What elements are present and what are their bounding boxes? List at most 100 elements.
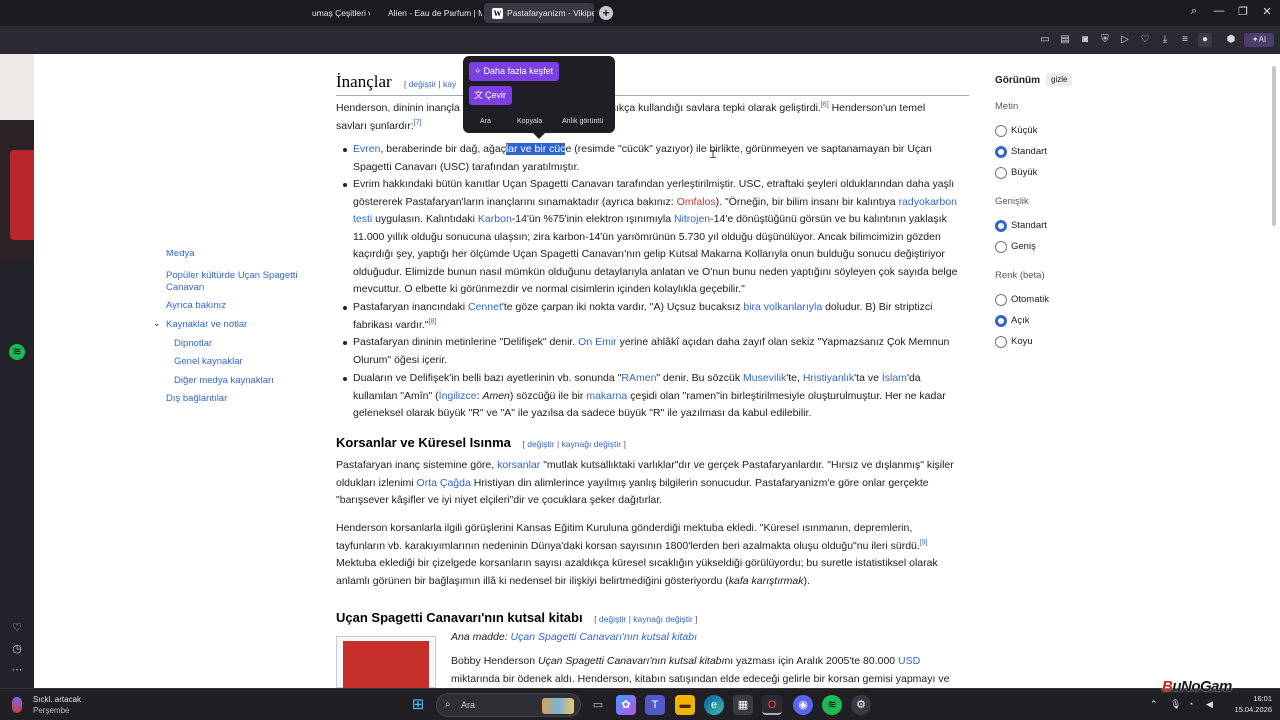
network-icon[interactable]: ◔	[1188, 699, 1193, 709]
link-evren[interactable]: Evren	[353, 143, 380, 155]
play-icon[interactable]: ▷	[1118, 33, 1132, 47]
ref-6[interactable]: [6]	[821, 102, 829, 109]
download-icon[interactable]: ⤓	[1158, 33, 1172, 47]
store-icon[interactable]: ▦	[733, 695, 753, 715]
close-window-icon[interactable]: ✕	[1259, 5, 1275, 18]
link-korsanlar[interactable]: korsanlar	[497, 459, 540, 471]
radio-color-auto[interactable]: Otomatik	[995, 294, 1135, 308]
page-scrollbar[interactable]	[1272, 66, 1276, 226]
ref-7[interactable]: [7]	[414, 119, 422, 126]
link-musevilik[interactable]: Musevilik	[743, 372, 786, 384]
tab-2[interactable]: Alien - Eau de Parfum | M	[380, 3, 482, 23]
link-nitrojen[interactable]: Nitrojen	[674, 213, 710, 225]
link-karbon[interactable]: Karbon	[478, 213, 512, 225]
toc-item-external-links[interactable]: Dış bağlantılar	[166, 393, 227, 404]
edit-link[interactable]: değiştir	[527, 439, 554, 449]
link-cennet[interactable]: Cennet	[468, 301, 502, 313]
tray-chevron-icon[interactable]: ⌃	[1150, 699, 1158, 710]
toc-item-popular-culture[interactable]: Popüler kültürde Uçan Spagetti Canavarı	[166, 270, 306, 294]
spotify-icon[interactable]: ≋	[9, 344, 25, 360]
menu-icon[interactable]: ≡	[1178, 33, 1192, 47]
new-tab-button[interactable]: +	[599, 6, 613, 20]
search-tabs-icon[interactable]: ⌕	[1186, 5, 1202, 18]
link-islam[interactable]: İslam	[882, 372, 907, 384]
toc-item-footnotes[interactable]: Dipnotlar	[174, 338, 212, 349]
ref-8[interactable]: [8]	[429, 318, 437, 325]
file-explorer-icon[interactable]: ▬	[675, 695, 695, 715]
teams-icon[interactable]: T	[645, 695, 665, 715]
windows-start-icon[interactable]: ⊞	[408, 695, 428, 715]
text-size-heading: Metin	[995, 101, 1019, 112]
book-thumbnail[interactable]	[336, 636, 436, 689]
link-usd[interactable]: USD	[898, 655, 920, 667]
copy-action[interactable]: Kopyala	[517, 118, 542, 125]
radio-text-standard[interactable]: Standart	[995, 146, 1135, 160]
edit-link[interactable]: değiştir	[409, 79, 436, 89]
edit-source-link[interactable]: kay	[443, 79, 456, 89]
volume-icon[interactable]: ◀	[1206, 699, 1213, 710]
reader-icon[interactable]: ▤	[1058, 33, 1072, 47]
link-ingilizce[interactable]: İngilizce	[439, 390, 477, 402]
edge-icon[interactable]: e	[704, 695, 724, 715]
tab-1[interactable]: umaş Çeşitleri ve |	[304, 3, 370, 23]
more-icon[interactable]: ⋯	[9, 662, 25, 678]
maximize-icon[interactable]: ❐	[1235, 5, 1251, 18]
link-bira-volkanlari[interactable]: bira volkanlarıyla	[743, 301, 822, 313]
hide-button[interactable]: gizle	[1046, 73, 1073, 86]
toc-item-general-sources[interactable]: Genel kaynaklar	[174, 356, 243, 367]
microphone-icon[interactable]: 🎙	[1170, 699, 1181, 710]
clock[interactable]: 16:01 15.04.2026	[1226, 693, 1272, 715]
sidebar-icon[interactable]: ▭	[1038, 33, 1052, 47]
link-radyokarbon[interactable]: radyokarbon	[899, 196, 957, 208]
shield-icon[interactable]: ⛨	[1098, 33, 1112, 47]
link-ramen[interactable]: RAmen	[621, 372, 656, 384]
heart-icon[interactable]: ♡	[1138, 33, 1152, 47]
snapshot-action[interactable]: Anlık görüntü	[562, 118, 603, 125]
radio-text-small[interactable]: Küçük	[995, 125, 1135, 139]
explore-more-button[interactable]: ✧ Daha fazla keşfet	[469, 62, 560, 81]
toc-item-other-media[interactable]: Diğer medya kaynakları	[174, 375, 274, 386]
copilot-icon[interactable]: ✿	[616, 695, 636, 715]
extension-icon[interactable]: ⬢	[1224, 33, 1238, 47]
selected-text[interactable]: lar ve bir cüc	[505, 143, 566, 155]
ai-button[interactable]: ✦AI	[1244, 33, 1274, 47]
profile-icon[interactable]: ●	[1198, 33, 1212, 47]
taskbar-search[interactable]: ⌕ Ara	[436, 693, 581, 717]
radio-color-dark[interactable]: Koyu	[995, 336, 1135, 350]
discord-icon[interactable]: ◉	[793, 695, 813, 715]
toc-partial-item[interactable]: Medya	[166, 250, 195, 260]
link-main-article[interactable]: Uçan Spagetti Canavarı'nın kutsal kitabı	[511, 631, 697, 643]
weather-widget[interactable]: Sıckl. artacak Perşembe	[12, 693, 122, 717]
edit-source-link[interactable]: kaynağı değiştir	[562, 439, 622, 449]
radio-width-standard[interactable]: Standart	[995, 220, 1135, 234]
edit-link[interactable]: değiştir	[599, 614, 626, 624]
text-cursor-icon: Ɪ	[710, 149, 717, 161]
camera-icon[interactable]: ◙	[1078, 33, 1092, 47]
translate-button[interactable]: 文 Çevir	[469, 86, 513, 105]
link-orta-cag[interactable]: Orta Çağda	[417, 477, 471, 489]
toc-item-see-also[interactable]: Ayrıca bakınız	[166, 300, 226, 311]
opera-icon[interactable]: O	[762, 695, 782, 715]
clock-icon[interactable]: ◷	[9, 641, 25, 657]
ref-9[interactable]: [9]	[920, 539, 928, 546]
search-action[interactable]: Ara	[480, 118, 491, 125]
minimize-icon[interactable]: —	[1211, 5, 1227, 17]
link-hristiyanlik[interactable]: Hristiyanlık	[803, 372, 854, 384]
radio-width-wide[interactable]: Geniş	[995, 241, 1135, 255]
toc-item-references[interactable]: Kaynaklar ve notlar	[166, 319, 247, 330]
link-testi[interactable]: testi	[353, 213, 372, 225]
list-item: Pastafaryan dininin metinlerine "Delifiş…	[343, 334, 969, 369]
steam-icon[interactable]: ⚙	[851, 695, 871, 715]
edit-source-link[interactable]: kaynağı değiştir	[633, 614, 693, 624]
radio-color-light[interactable]: Açık	[995, 315, 1135, 329]
heart-outline-icon[interactable]: ♡	[9, 620, 25, 636]
section-heading-pirates: Korsanlar ve Küresel Isınma [ değiştir |…	[336, 435, 626, 450]
spotify-taskbar-icon[interactable]: ≋	[822, 695, 842, 715]
chevron-down-icon[interactable]: ⌄	[153, 318, 161, 329]
link-makarna[interactable]: makarna	[586, 390, 627, 402]
link-on-emir[interactable]: On Emir	[578, 336, 617, 348]
task-view-icon[interactable]: ▭	[588, 695, 608, 715]
tab-active[interactable]: W Pastafaryanizm - Vikipedi	[484, 3, 594, 23]
link-omfalos[interactable]: Omfalos	[677, 196, 716, 208]
radio-text-large[interactable]: Büyük	[995, 167, 1135, 181]
